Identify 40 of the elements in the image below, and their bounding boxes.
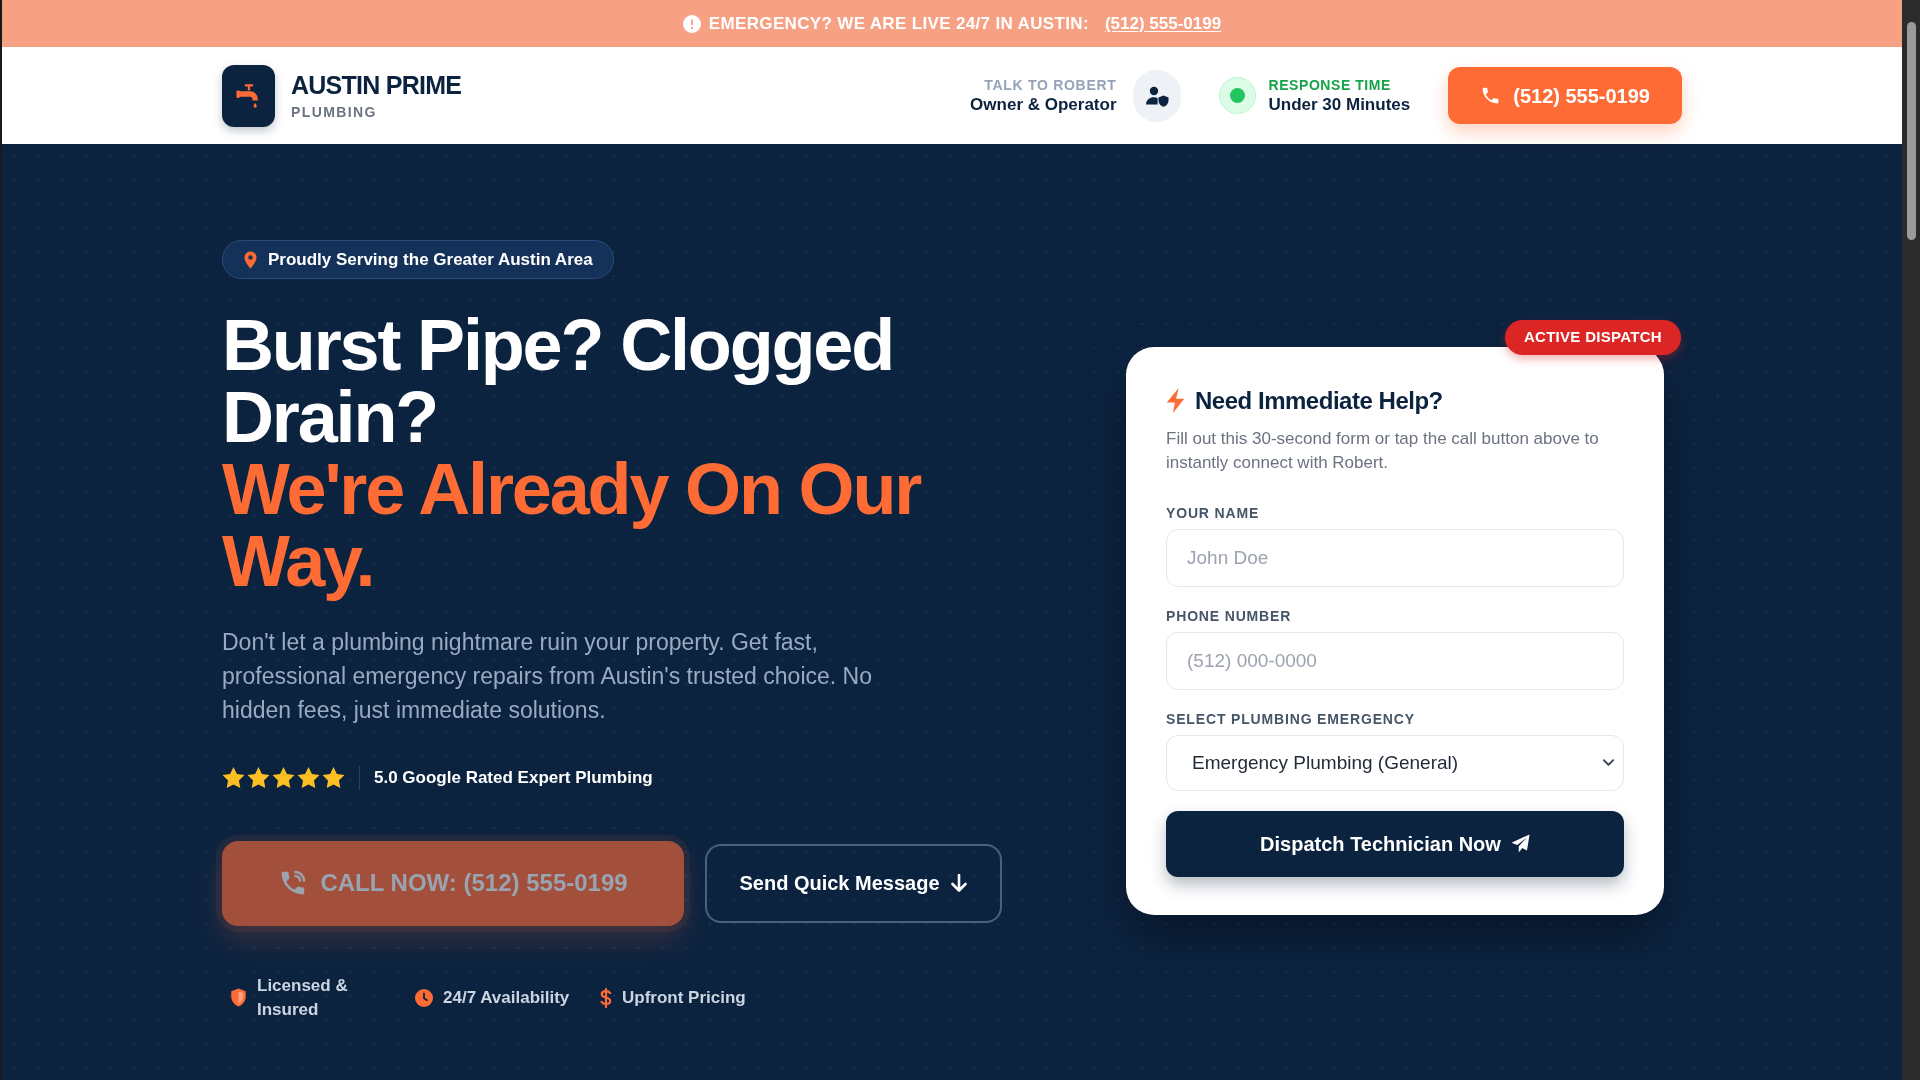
hero-description: Don't let a plumbing nightmare ruin your property. Get fast, professional emergency repairs from Austin's trusted choice. No hidden fees, just immediate solutions.: [222, 628, 873, 725]
scrollbar[interactable]: [1902, 0, 1920, 1080]
lightning-bolt-icon: [1166, 388, 1185, 414]
location-badge: Proudly Serving the Greater Austin Area: [222, 240, 614, 279]
brand-tagline: PLUMBING: [291, 103, 378, 121]
form-description: Fill out this 30-second form or tap the call button above to instantly connect with Robert.: [1166, 427, 1600, 474]
star-icon: [272, 766, 295, 790]
headline-text: Burst Pipe? Clogged Drain?: [222, 309, 894, 453]
response-label: RESPONSE TIME: [1268, 75, 1392, 94]
dollar-icon: [600, 987, 612, 1008]
star-icon: [322, 766, 345, 790]
feature-text: Licensed & Insured: [257, 974, 349, 1021]
alert-icon: [682, 14, 701, 33]
text-input[interactable]: (512) 000-0000: [1166, 631, 1624, 690]
active-dispatch-badge: ACTIVE DISPATCH: [1504, 319, 1681, 355]
map-pin-icon: [243, 250, 258, 269]
rating-text: 5.0 Google Rated Expert Plumbing: [374, 767, 653, 789]
contact-role: Owner & Operator: [970, 93, 1117, 116]
clock-icon: [415, 988, 433, 1007]
chevron-down-icon: [1603, 759, 1614, 767]
alert-text: EMERGENCY? WE ARE LIVE 24/7 IN AUSTIN:: [708, 12, 1089, 35]
emergency-select[interactable]: Emergency Plumbing (General): [1166, 734, 1624, 791]
feature-text: 24/7 Availability: [443, 986, 570, 1009]
paper-plane-icon: [1510, 834, 1530, 854]
field-label: PHONE NUMBER: [1166, 606, 1293, 626]
shield-icon: [230, 988, 247, 1007]
dispatch-button[interactable]: Dispatch Technician Now: [1166, 810, 1624, 877]
send-message-button[interactable]: Send Quick Message: [705, 843, 1002, 923]
field-label: YOUR NAME: [1166, 503, 1261, 523]
field-label: SELECT PLUMBING EMERGENCY: [1166, 709, 1416, 729]
feature-text: Upfront Pricing: [622, 986, 746, 1009]
response-value: Under 30 Minutes: [1268, 93, 1411, 116]
arrow-down-icon: [949, 874, 968, 892]
star-icon: [297, 766, 320, 790]
contact-label: TALK TO ROBERT: [984, 75, 1117, 94]
form-title: Need Immediate Help?: [1195, 386, 1443, 415]
star-icon: [247, 766, 270, 790]
star-icon: [222, 766, 245, 790]
text-input[interactable]: John Doe: [1166, 528, 1624, 587]
brand-name: AUSTIN PRIME: [291, 70, 462, 100]
